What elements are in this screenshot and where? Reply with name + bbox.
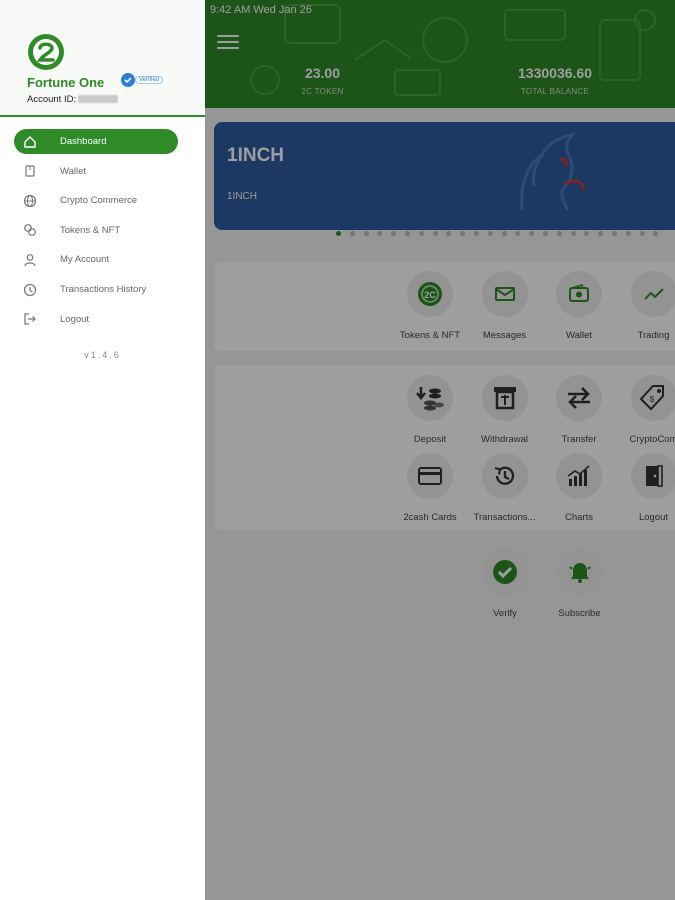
nav-item-label: Tokens & NFT bbox=[60, 224, 121, 236]
nav-item-my-account[interactable]: My Account bbox=[14, 247, 178, 272]
nav-item-label: Crypto Commerce bbox=[60, 195, 138, 207]
nav-item-logout[interactable]: Logout bbox=[14, 307, 178, 332]
nav-item-transactions-history[interactable]: Transactions History bbox=[14, 277, 178, 302]
side-drawer: Fortune One Verified Account ID: Dashboa… bbox=[0, 0, 205, 900]
profile-header: Fortune One Verified Account ID: bbox=[0, 0, 205, 117]
nav-item-wallet[interactable]: Wallet bbox=[14, 159, 178, 184]
main-dashboard: 9:42 AM Wed Jan 26 23.00 2C TOKEN 133003… bbox=[205, 0, 675, 900]
nav-item-crypto-commerce[interactable]: Crypto Commerce bbox=[14, 188, 178, 213]
nav-item-dashboard[interactable]: Dashboard bbox=[14, 129, 178, 154]
brand-logo-icon bbox=[28, 34, 64, 70]
globe-icon bbox=[15, 194, 45, 208]
nav-item-tokens-nft[interactable]: Tokens & NFT bbox=[14, 218, 178, 243]
nav-item-label: Transactions History bbox=[60, 284, 147, 295]
app-version: v1.4.6 bbox=[84, 350, 121, 360]
nav-item-label: Dashboard bbox=[60, 136, 107, 147]
account-id: Account ID: bbox=[27, 94, 119, 105]
user-icon bbox=[15, 253, 45, 267]
drawer-overlay[interactable] bbox=[205, 0, 675, 900]
wallet-icon bbox=[15, 164, 45, 178]
verified-check-icon bbox=[121, 73, 135, 87]
logout-icon bbox=[15, 312, 45, 326]
nav-item-label: Logout bbox=[60, 313, 90, 325]
nav-item-label: Wallet bbox=[60, 165, 87, 177]
account-id-label: Account ID: bbox=[27, 94, 77, 105]
profile-name: Fortune One bbox=[27, 75, 105, 90]
nav-item-label: My Account bbox=[60, 254, 110, 266]
account-id-masked bbox=[78, 95, 119, 104]
clock-icon bbox=[15, 283, 45, 297]
tokens-icon bbox=[15, 223, 45, 237]
home-icon bbox=[15, 135, 45, 149]
verified-badge: Verified bbox=[135, 76, 164, 84]
